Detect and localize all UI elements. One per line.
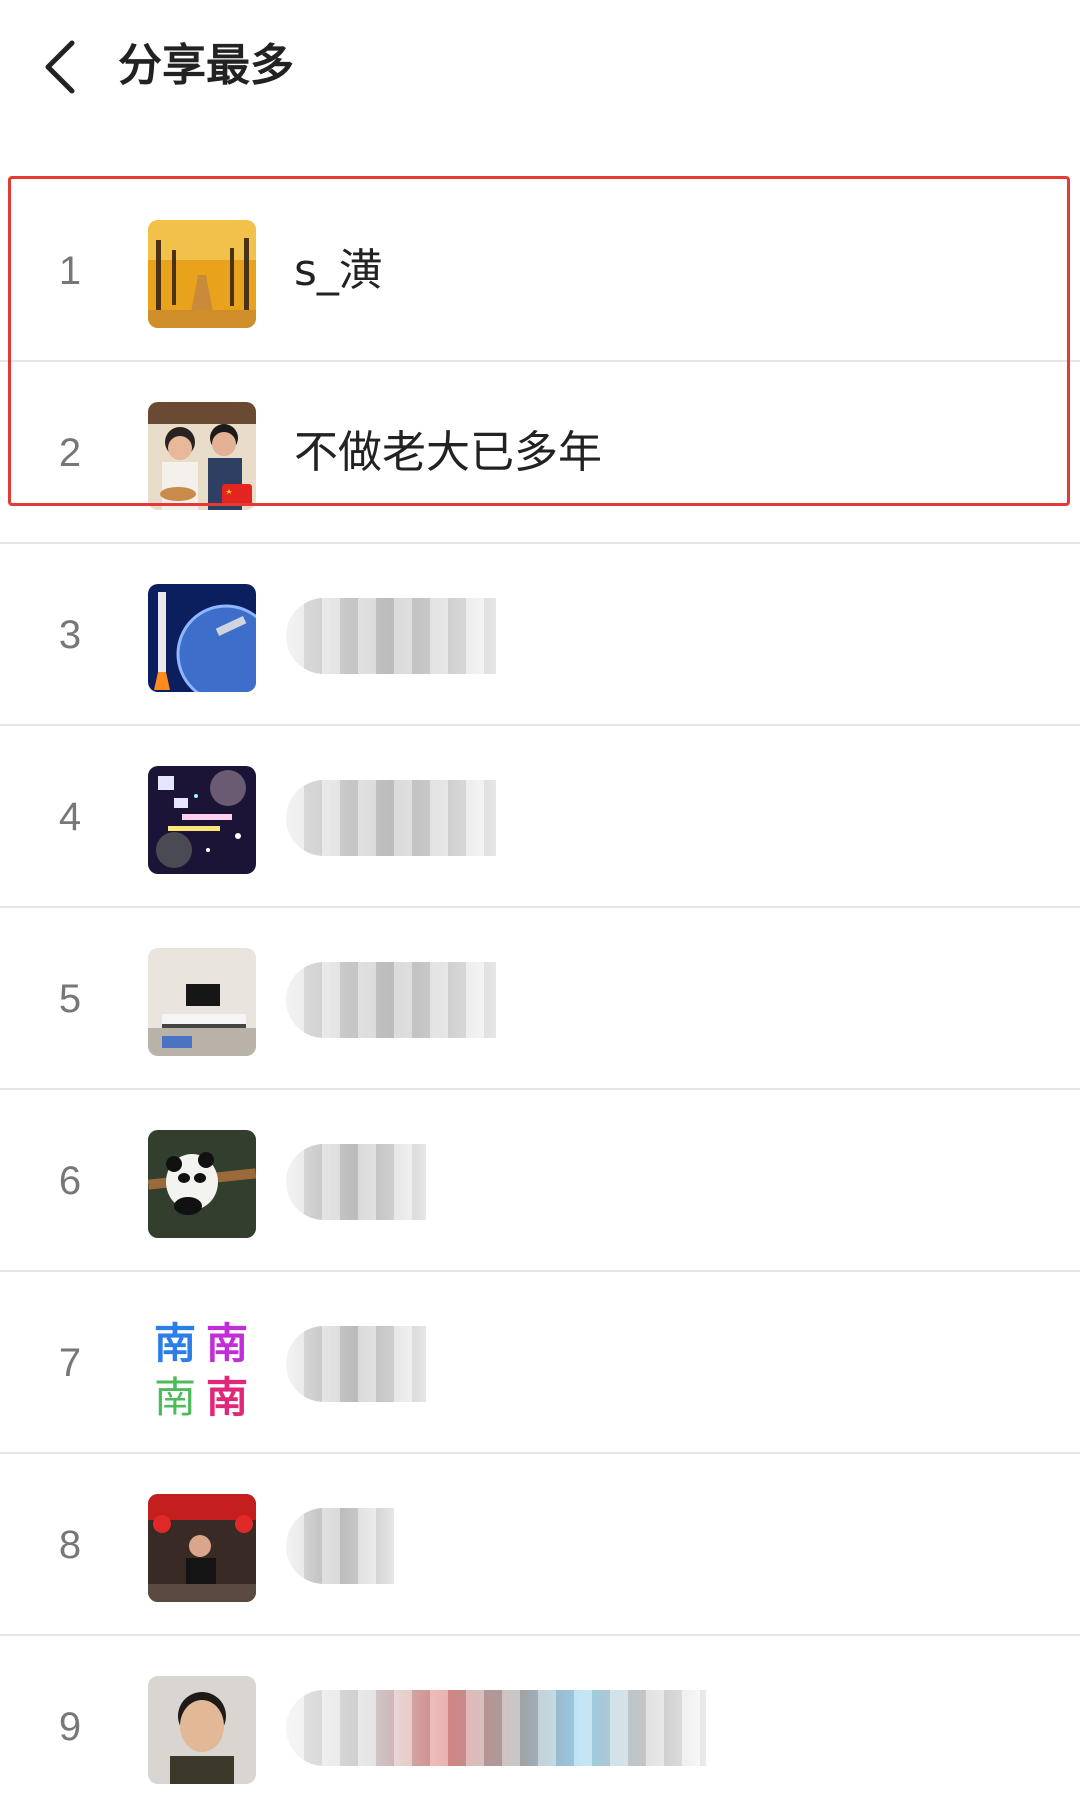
back-button[interactable]: [30, 30, 90, 104]
rank-number: 9: [58, 1705, 82, 1749]
avatar[interactable]: [148, 220, 256, 328]
list-item[interactable]: 6: [0, 1090, 1080, 1272]
avatar[interactable]: [148, 948, 256, 1056]
blurred-user-name: [286, 1144, 426, 1220]
list-item[interactable]: 8: [0, 1454, 1080, 1636]
user-name[interactable]: s_潢: [294, 180, 383, 362]
top-bar: 分享最多: [0, 0, 1080, 140]
svg-text:南: 南: [154, 1373, 196, 1420]
blurred-user-name: [286, 962, 496, 1038]
svg-text:南: 南: [206, 1373, 248, 1420]
svg-text:南: 南: [154, 1319, 196, 1368]
blurred-user-name: [286, 598, 496, 674]
list-item[interactable]: 1 s_潢: [0, 180, 1080, 362]
user-name[interactable]: 不做老大已多年: [294, 362, 602, 544]
list-item[interactable]: 2 不做老大已多年: [0, 362, 1080, 544]
rank-number: 1: [58, 249, 82, 293]
avatar[interactable]: [148, 766, 256, 874]
blurred-user-name: [286, 1508, 394, 1584]
blurred-user-name: [286, 1326, 426, 1402]
avatar[interactable]: [148, 584, 256, 692]
chevron-left-icon: [45, 40, 75, 94]
list-item[interactable]: 3: [0, 544, 1080, 726]
avatar[interactable]: [148, 1130, 256, 1238]
list-item[interactable]: 4: [0, 726, 1080, 908]
rank-number: 8: [58, 1523, 82, 1567]
rank-number: 5: [58, 977, 82, 1021]
avatar[interactable]: [148, 1676, 256, 1784]
ranking-list: 1 s_潢 2 不做老大已多年 3 4 5 6 7 南 南 南 南 8 9: [0, 180, 1080, 1818]
rank-number: 3: [58, 613, 82, 657]
rank-number: 7: [58, 1341, 82, 1385]
list-item[interactable]: 7 南 南 南 南: [0, 1272, 1080, 1454]
rank-number: 2: [58, 431, 82, 475]
list-item[interactable]: 5: [0, 908, 1080, 1090]
list-item[interactable]: 9: [0, 1636, 1080, 1818]
page-title: 分享最多: [118, 40, 294, 91]
avatar[interactable]: 南 南 南 南: [148, 1312, 256, 1420]
avatar[interactable]: [148, 1494, 256, 1602]
svg-text:南: 南: [206, 1319, 248, 1368]
rank-number: 6: [58, 1159, 82, 1203]
blurred-user-name: [286, 780, 496, 856]
blurred-user-name: [286, 1690, 706, 1766]
avatar[interactable]: [148, 402, 256, 510]
rank-number: 4: [58, 795, 82, 839]
